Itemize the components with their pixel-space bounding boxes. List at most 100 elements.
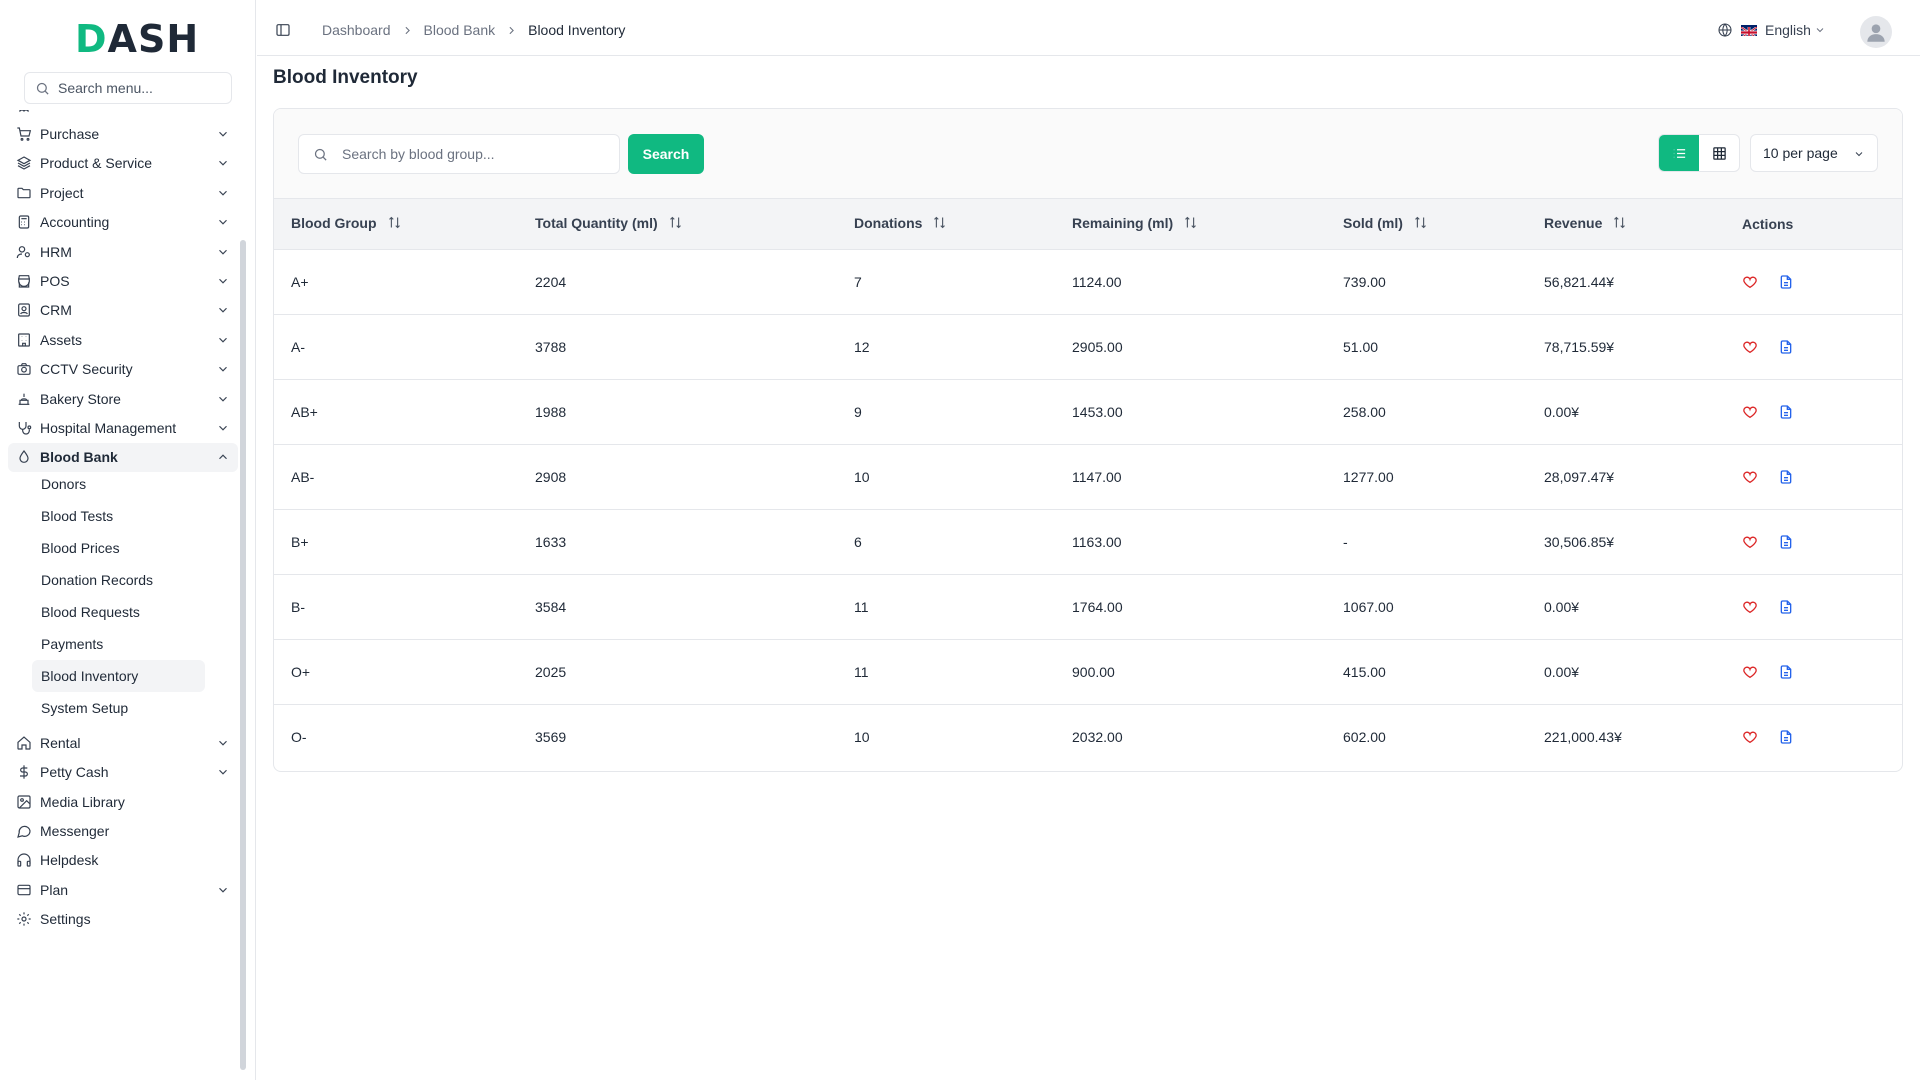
sidebar-scrollbar[interactable] [240, 240, 246, 1070]
cell-sold-ml: 415.00 [1343, 663, 1386, 680]
cell-sold-ml: 258.00 [1343, 403, 1386, 420]
cell-revenue: 0.00¥ [1544, 403, 1580, 420]
column-header-remaining-ml[interactable]: Remaining (ml) [1055, 199, 1326, 249]
column-header-blood-group[interactable]: Blood Group [274, 199, 518, 249]
submenu-item-blood-prices[interactable]: Blood Prices [32, 532, 205, 564]
document-icon[interactable] [1778, 664, 1794, 680]
sidebar-item-settings[interactable]: Settings [8, 904, 238, 933]
sidebar-item-label: Helpdesk [40, 852, 99, 869]
table-header-row: Blood Group Total Quantity (ml) Donations R… [274, 199, 1902, 249]
menu-search[interactable] [24, 72, 232, 104]
message-icon [16, 823, 32, 839]
heart-icon[interactable] [1742, 274, 1758, 290]
sort-arrows-icon[interactable] [668, 215, 683, 233]
sidebar-item-project[interactable]: Project [8, 178, 238, 207]
cell-actions [1725, 249, 1902, 314]
cell-donations: 7 [854, 273, 862, 290]
sidebar-item-sales-invoice[interactable]: Sales Invoice [8, 110, 238, 119]
heart-icon[interactable] [1742, 599, 1758, 615]
sort-arrows-icon[interactable] [1183, 215, 1198, 233]
heart-icon[interactable] [1742, 404, 1758, 420]
sidebar-item-crm[interactable]: CRM [8, 296, 238, 325]
column-header-revenue[interactable]: Revenue [1527, 199, 1725, 249]
document-icon[interactable] [1778, 599, 1794, 615]
card-toolbar: Search 10 per page [274, 109, 1902, 199]
grid-view-button[interactable] [1699, 135, 1739, 171]
sidebar-item-pos[interactable]: POS [8, 266, 238, 295]
cell-remaining-ml: 900.00 [1072, 663, 1115, 680]
cell-donations: 6 [854, 533, 862, 550]
sidebar-item-plan[interactable]: Plan [8, 875, 238, 904]
card-icon [16, 882, 32, 898]
heart-icon[interactable] [1742, 469, 1758, 485]
sidebar-item-accounting[interactable]: Accounting [8, 208, 238, 237]
user-avatar[interactable] [1860, 16, 1892, 48]
cell-blood-group: O- [291, 728, 307, 745]
heart-icon[interactable] [1742, 339, 1758, 355]
heart-icon[interactable] [1742, 534, 1758, 550]
calculator-icon [16, 214, 32, 230]
cell-remaining-ml: 1764.00 [1072, 598, 1123, 615]
sidebar-item-hospital-management[interactable]: Hospital Management [8, 413, 238, 442]
submenu-item-blood-requests[interactable]: Blood Requests [32, 596, 205, 628]
blood-group-search-input[interactable] [342, 146, 612, 162]
table-row: B- 3584 11 1764.00 1067.00 0.00¥ [274, 574, 1902, 639]
sidebar-item-label: Product & Service [40, 155, 153, 172]
document-icon[interactable] [1778, 274, 1794, 290]
sort-arrows-icon[interactable] [932, 215, 947, 233]
sidebar-item-assets[interactable]: Assets [8, 325, 238, 354]
sidebar-item-media-library[interactable]: Media Library [8, 787, 238, 816]
submenu-item-payments[interactable]: Payments [32, 628, 205, 660]
submenu-item-system-setup[interactable]: System Setup [32, 692, 205, 724]
sort-arrows-icon[interactable] [1413, 215, 1428, 233]
search-button[interactable]: Search [628, 134, 704, 174]
list-view-button[interactable] [1659, 135, 1699, 171]
sidebar-item-purchase[interactable]: Purchase [8, 119, 238, 148]
sidebar-item-hrm[interactable]: HRM [8, 237, 238, 266]
heart-icon[interactable] [1742, 664, 1758, 680]
cell-actions [1725, 704, 1902, 769]
submenu-item-blood-inventory[interactable]: Blood Inventory [32, 660, 205, 693]
sidebar-item-bakery-store[interactable]: Bakery Store [8, 384, 238, 413]
chevron-down-icon [1855, 152, 1863, 157]
sort-arrows-icon[interactable] [1612, 215, 1627, 233]
sidebar-item-helpdesk[interactable]: Helpdesk [8, 846, 238, 875]
column-header-donations[interactable]: Donations [837, 199, 1055, 249]
per-page-select[interactable]: 10 per page [1750, 134, 1878, 172]
breadcrumb-blood-bank[interactable]: Blood Bank [424, 22, 496, 38]
sidebar-item-messenger[interactable]: Messenger [8, 816, 238, 845]
menu-search-input[interactable] [58, 80, 218, 96]
cell-total-quantity-ml: 1988 [535, 403, 567, 420]
document-icon[interactable] [1778, 469, 1794, 485]
dash-logo[interactable]: DASH [75, 17, 199, 61]
row-actions [1742, 599, 1902, 615]
cell-remaining-ml: 1163.00 [1072, 533, 1122, 550]
column-header-sold-ml[interactable]: Sold (ml) [1326, 199, 1527, 249]
submenu-item-donation-records[interactable]: Donation Records [32, 564, 205, 596]
heart-icon[interactable] [1742, 729, 1758, 745]
breadcrumb-dashboard[interactable]: Dashboard [322, 22, 391, 38]
search-icon [314, 148, 327, 161]
submenu-item-donors[interactable]: Donors [32, 468, 205, 500]
cell-total-quantity-ml: 2025 [535, 663, 567, 680]
sidebar-item-label: HRM [40, 243, 72, 260]
cell-sold-ml: 739.00 [1343, 273, 1386, 290]
document-icon[interactable] [1778, 729, 1794, 745]
sidebar-item-product-service[interactable]: Product & Service [8, 149, 238, 178]
document-icon[interactable] [1778, 534, 1794, 550]
language-selector[interactable]: English [1717, 22, 1826, 38]
sidebar-item-rental[interactable]: Rental [8, 728, 238, 757]
document-icon[interactable] [1778, 339, 1794, 355]
sidebar-toggle-icon[interactable] [275, 22, 291, 38]
submenu-item-blood-tests[interactable]: Blood Tests [32, 500, 205, 532]
blood-group-search[interactable] [298, 134, 620, 174]
chevron-down-icon [216, 392, 230, 406]
sidebar-item-cctv-security[interactable]: CCTV Security [8, 355, 238, 384]
sidebar-item-petty-cash[interactable]: Petty Cash [8, 757, 238, 786]
column-header-total-quantity-ml[interactable]: Total Quantity (ml) [518, 199, 837, 249]
sidebar-item-label: Bakery Store [40, 390, 121, 407]
cell-actions [1725, 639, 1902, 704]
document-icon[interactable] [1778, 404, 1794, 420]
cell-remaining-ml: 1453.00 [1072, 403, 1123, 420]
sort-arrows-icon[interactable] [387, 215, 402, 233]
